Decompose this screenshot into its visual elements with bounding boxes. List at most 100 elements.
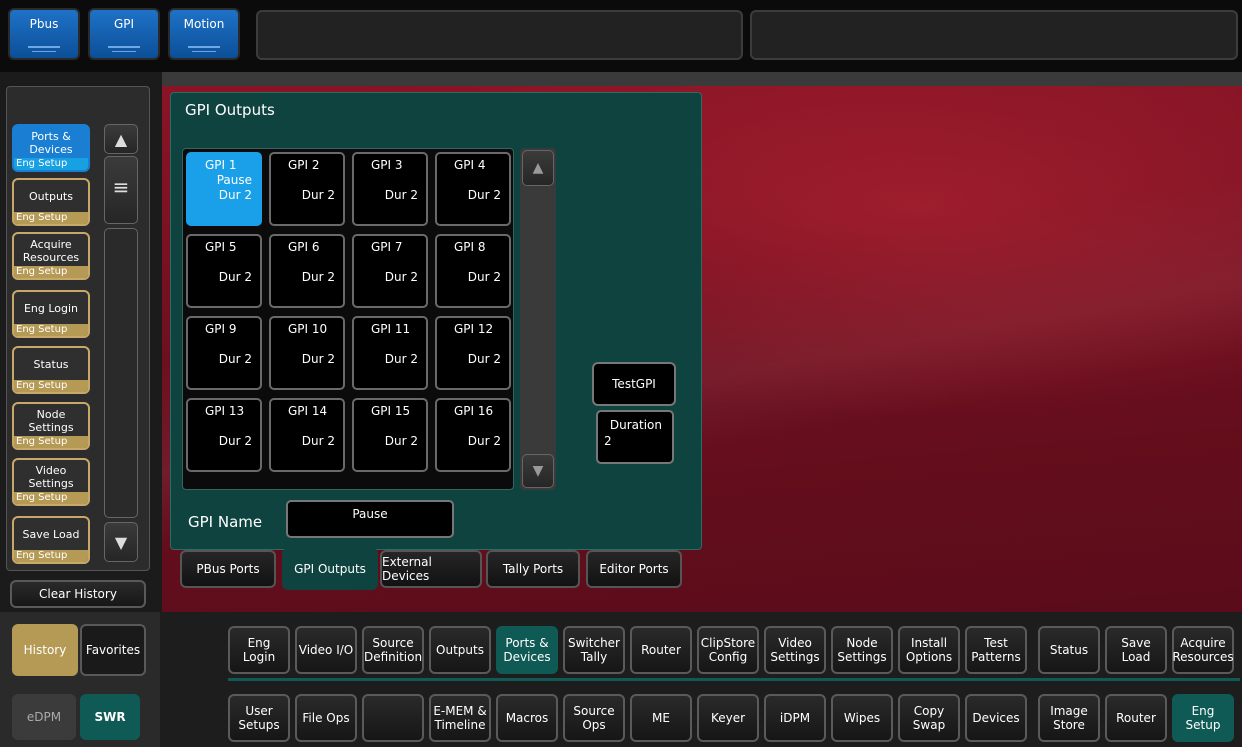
tab-gpi-outputs[interactable]: GPI Outputs: [282, 548, 378, 590]
history-item-save-load[interactable]: Save Load Eng Setup: [12, 516, 90, 564]
gpi-scroll-down-button[interactable]: ▼: [522, 454, 554, 488]
gpi-output-button[interactable]: GPI 11 Dur 2: [352, 316, 428, 390]
history-item-category: Eng Setup: [14, 436, 88, 448]
row1-menu-button[interactable]: Acquire Resources: [1172, 626, 1234, 674]
gpi-output-button[interactable]: GPI 3 Dur 2: [352, 152, 428, 226]
tab-history[interactable]: History: [12, 624, 78, 676]
history-item-video-settings[interactable]: Video Settings Eng Setup: [12, 458, 90, 506]
panel-title: GPI Outputs: [185, 101, 275, 119]
gpi-output-button[interactable]: GPI 1 Pause Dur 2: [186, 152, 262, 226]
gpi-output-button[interactable]: GPI 4 Dur 2: [435, 152, 511, 226]
row2-menu-button[interactable]: User Setups: [228, 694, 290, 742]
row2-menu-button[interactable]: Keyer: [697, 694, 759, 742]
gpi-output-duration: Dur 2: [301, 188, 335, 202]
gpi-scroll-up-button[interactable]: ▲: [522, 150, 554, 186]
row1-menu-label: Node Settings: [837, 636, 887, 664]
clear-history-button[interactable]: Clear History: [10, 580, 146, 608]
gpi-output-name: GPI 16: [454, 404, 494, 418]
row1-menu-button[interactable]: Node Settings: [831, 626, 893, 674]
row1-menu-button[interactable]: Save Load: [1105, 626, 1167, 674]
history-item-ports-devices[interactable]: Ports & Devices Eng Setup: [12, 124, 90, 172]
history-scroll-track[interactable]: [104, 228, 138, 518]
gpi-output-button[interactable]: GPI 12 Dur 2: [435, 316, 511, 390]
gpi-output-button[interactable]: GPI 7 Dur 2: [352, 234, 428, 308]
gpi-output-button[interactable]: GPI 9 Dur 2: [186, 316, 262, 390]
row1-menu-button[interactable]: Status: [1038, 626, 1100, 674]
row1-menu-button[interactable]: Router: [630, 626, 692, 674]
duration-field[interactable]: Duration 2: [596, 410, 674, 464]
row2-menu-button[interactable]: Macros: [496, 694, 558, 742]
row2-menu-button[interactable]: ME: [630, 694, 692, 742]
row1-menu-label: Install Options: [905, 636, 953, 664]
row2-menu-button[interactable]: Image Store: [1038, 694, 1100, 742]
gpi-output-button[interactable]: GPI 8 Dur 2: [435, 234, 511, 308]
history-item-category: Eng Setup: [14, 324, 88, 336]
top-status-field-1: [256, 10, 743, 60]
gpi-output-button[interactable]: GPI 6 Dur 2: [269, 234, 345, 308]
chevron-down-icon: ▼: [532, 463, 544, 479]
row2-menu-button[interactable]: Eng Setup: [1172, 694, 1234, 742]
tab-gpi[interactable]: GPI: [88, 8, 160, 60]
row2-menu-button[interactable]: Router: [1105, 694, 1167, 742]
row2-menu-button[interactable]: Wipes: [831, 694, 893, 742]
test-gpi-button[interactable]: TestGPI: [592, 362, 676, 406]
gpi-output-button[interactable]: GPI 2 Dur 2: [269, 152, 345, 226]
history-item-acquire-resources[interactable]: Acquire Resources Eng Setup: [12, 232, 90, 280]
history-scroll-up-button[interactable]: ▲: [104, 124, 138, 154]
history-scroll-thumb[interactable]: ≡: [104, 156, 138, 224]
row1-menu-button[interactable]: Ports & Devices: [496, 626, 558, 674]
row1-menu-button[interactable]: Test Patterns: [965, 626, 1027, 674]
history-scroll-down-button[interactable]: ▼: [104, 522, 138, 562]
row1-menu-button[interactable]: Eng Login: [228, 626, 290, 674]
gpi-output-button[interactable]: GPI 10 Dur 2: [269, 316, 345, 390]
row1-menu-button[interactable]: Video I/O: [295, 626, 357, 674]
row2-menu-label: Copy Swap: [912, 704, 946, 732]
row2-menu-button[interactable]: File Ops: [295, 694, 357, 742]
row2-menu-label: Eng Setup: [1185, 704, 1221, 732]
tab-favorites[interactable]: Favorites: [80, 624, 146, 676]
row1-menu-button[interactable]: Install Options: [898, 626, 960, 674]
row2-menu-button[interactable]: Copy Swap: [898, 694, 960, 742]
row2-menu-button[interactable]: [362, 694, 424, 742]
history-item-status[interactable]: Status Eng Setup: [12, 346, 90, 394]
menu-lines-icon: ≡: [112, 175, 130, 199]
gpi-output-duration: Dur 2: [467, 434, 501, 448]
swr-button[interactable]: SWR: [80, 694, 140, 740]
history-item-category: Eng Setup: [14, 266, 88, 278]
tab-pbus[interactable]: Pbus: [8, 8, 80, 60]
row2-menu-button[interactable]: Devices: [965, 694, 1027, 742]
row1-menu-button[interactable]: ClipStore Config: [697, 626, 759, 674]
row1-menu-label: Source Definition: [363, 636, 423, 664]
tab-label: External Devices: [382, 555, 432, 583]
tab-pbus-ports[interactable]: PBus Ports: [180, 550, 276, 588]
row1-menu-button[interactable]: Outputs: [429, 626, 491, 674]
row2-menu-button[interactable]: Source Ops: [563, 694, 625, 742]
row2-menu-button[interactable]: iDPM: [764, 694, 826, 742]
gpi-output-button[interactable]: GPI 13 Dur 2: [186, 398, 262, 472]
gpi-output-button[interactable]: GPI 5 Dur 2: [186, 234, 262, 308]
history-item-eng-login[interactable]: Eng Login Eng Setup: [12, 290, 90, 338]
gpi-output-name: GPI 1: [205, 158, 237, 172]
gpi-output-name: GPI 11: [371, 322, 411, 336]
gpi-output-name: GPI 6: [288, 240, 320, 254]
row1-menu-button[interactable]: Switcher Tally: [563, 626, 625, 674]
gpi-grid-scrollbar[interactable]: [520, 148, 556, 490]
gpi-output-button[interactable]: GPI 16 Dur 2: [435, 398, 511, 472]
tab-editor-ports[interactable]: Editor Ports: [586, 550, 682, 588]
row2-menu-label: ME: [652, 711, 670, 725]
tab-external-devices[interactable]: External Devices: [380, 550, 482, 588]
row2-menu-button[interactable]: E-MEM & Timeline: [429, 694, 491, 742]
row2-menu-label: Devices: [972, 711, 1020, 725]
gpi-name-field[interactable]: Pause: [286, 500, 454, 538]
row1-menu-button[interactable]: Video Settings: [764, 626, 826, 674]
row1-menu-button[interactable]: Source Definition: [362, 626, 424, 674]
gpi-output-button[interactable]: GPI 14 Dur 2: [269, 398, 345, 472]
clear-history-label: Clear History: [39, 587, 117, 601]
history-item-node-settings[interactable]: Node Settings Eng Setup: [12, 402, 90, 450]
history-item-outputs[interactable]: Outputs Eng Setup: [12, 178, 90, 226]
gpi-output-button[interactable]: GPI 15 Dur 2: [352, 398, 428, 472]
tab-motion[interactable]: Motion: [168, 8, 240, 60]
tab-tally-ports[interactable]: Tally Ports: [486, 550, 580, 588]
row1-menu-label: Switcher Tally: [568, 636, 620, 664]
edpm-button[interactable]: eDPM: [12, 694, 76, 740]
